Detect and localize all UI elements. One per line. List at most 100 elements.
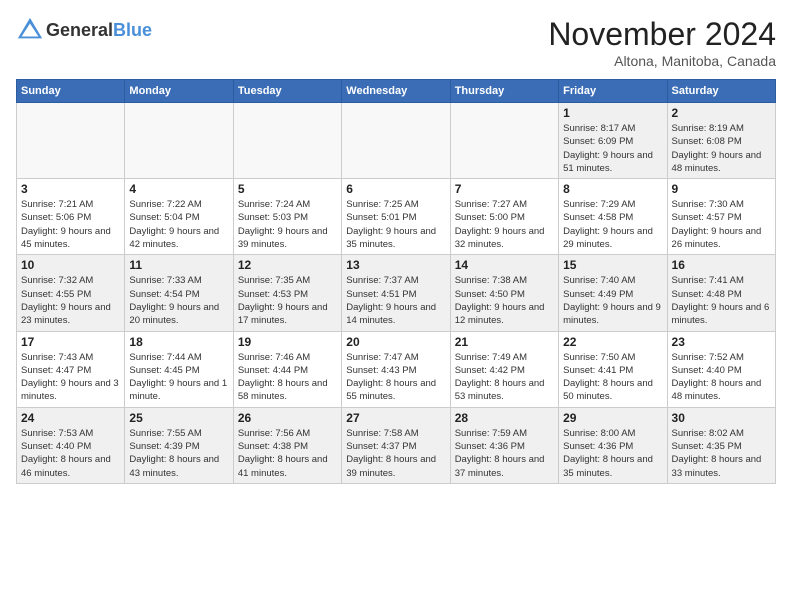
day-detail: Sunrise: 7:25 AM Sunset: 5:01 PM Dayligh… [346,198,445,251]
calendar-cell: 20 Sunrise: 7:47 AM Sunset: 4:43 PM Dayli… [342,331,450,407]
calendar-cell: 27 Sunrise: 7:58 AM Sunset: 4:37 PM Dayli… [342,407,450,483]
day-detail: Sunrise: 7:27 AM Sunset: 5:00 PM Dayligh… [455,198,554,251]
day-number: 17 [21,335,120,349]
calendar-cell [17,103,125,179]
calendar-cell: 3 Sunrise: 7:21 AM Sunset: 5:06 PM Daylig… [17,179,125,255]
logo: GeneralBlue [16,16,152,44]
day-number: 15 [563,258,662,272]
calendar-cell: 13 Sunrise: 7:37 AM Sunset: 4:51 PM Dayli… [342,255,450,331]
calendar-cell: 18 Sunrise: 7:44 AM Sunset: 4:45 PM Dayli… [125,331,233,407]
day-number: 2 [672,106,771,120]
day-number: 4 [129,182,228,196]
day-detail: Sunrise: 7:40 AM Sunset: 4:49 PM Dayligh… [563,274,662,327]
calendar-cell: 30Sunrise: 8:02 AM Sunset: 4:35 PM Dayli… [667,407,775,483]
day-number: 27 [346,411,445,425]
day-number: 21 [455,335,554,349]
header: GeneralBlue November 2024 Altona, Manito… [16,16,776,69]
day-number: 8 [563,182,662,196]
day-of-week-header: Monday [125,80,233,103]
calendar-cell: 9Sunrise: 7:30 AM Sunset: 4:57 PM Daylig… [667,179,775,255]
day-detail: Sunrise: 7:24 AM Sunset: 5:03 PM Dayligh… [238,198,337,251]
day-number: 6 [346,182,445,196]
logo-blue: Blue [113,20,152,40]
calendar-cell: 7Sunrise: 7:27 AM Sunset: 5:00 PM Daylig… [450,179,558,255]
day-detail: Sunrise: 7:49 AM Sunset: 4:42 PM Dayligh… [455,351,554,404]
calendar-table: SundayMondayTuesdayWednesdayThursdayFrid… [16,79,776,484]
day-number: 5 [238,182,337,196]
day-number: 3 [21,182,120,196]
calendar-cell: 8Sunrise: 7:29 AM Sunset: 4:58 PM Daylig… [559,179,667,255]
day-of-week-header: Tuesday [233,80,341,103]
day-number: 18 [129,335,228,349]
day-detail: Sunrise: 7:37 AM Sunset: 4:51 PM Dayligh… [346,274,445,327]
calendar-cell: 11Sunrise: 7:33 AM Sunset: 4:54 PM Dayli… [125,255,233,331]
day-detail: Sunrise: 7:59 AM Sunset: 4:36 PM Dayligh… [455,427,554,480]
day-of-week-header: Wednesday [342,80,450,103]
day-number: 19 [238,335,337,349]
day-detail: Sunrise: 7:55 AM Sunset: 4:39 PM Dayligh… [129,427,228,480]
day-detail: Sunrise: 8:02 AM Sunset: 4:35 PM Dayligh… [672,427,771,480]
calendar-cell: 4 Sunrise: 7:22 AM Sunset: 5:04 PM Daylig… [125,179,233,255]
day-detail: Sunrise: 7:21 AM Sunset: 5:06 PM Dayligh… [21,198,120,251]
day-number: 9 [672,182,771,196]
logo-icon [16,16,44,44]
day-number: 24 [21,411,120,425]
day-number: 25 [129,411,228,425]
day-number: 28 [455,411,554,425]
calendar-cell: 16Sunrise: 7:41 AM Sunset: 4:48 PM Dayli… [667,255,775,331]
calendar-week-row: 1 Sunrise: 8:17 AM Sunset: 6:09 PM Daylig… [17,103,776,179]
day-detail: Sunrise: 7:53 AM Sunset: 4:40 PM Dayligh… [21,427,120,480]
day-detail: Sunrise: 7:33 AM Sunset: 4:54 PM Dayligh… [129,274,228,327]
calendar-cell: 15 Sunrise: 7:40 AM Sunset: 4:49 PM Dayli… [559,255,667,331]
day-number: 23 [672,335,771,349]
day-detail: Sunrise: 7:35 AM Sunset: 4:53 PM Dayligh… [238,274,337,327]
calendar-cell: 12 Sunrise: 7:35 AM Sunset: 4:53 PM Dayli… [233,255,341,331]
calendar-cell [450,103,558,179]
calendar-cell: 28 Sunrise: 7:59 AM Sunset: 4:36 PM Dayli… [450,407,558,483]
calendar-cell: 17 Sunrise: 7:43 AM Sunset: 4:47 PM Dayli… [17,331,125,407]
calendar-cell: 22Sunrise: 7:50 AM Sunset: 4:41 PM Dayli… [559,331,667,407]
day-detail: Sunrise: 8:17 AM Sunset: 6:09 PM Dayligh… [563,122,662,175]
day-of-week-header: Sunday [17,80,125,103]
day-number: 10 [21,258,120,272]
day-detail: Sunrise: 7:46 AM Sunset: 4:44 PM Dayligh… [238,351,337,404]
page-container: GeneralBlue November 2024 Altona, Manito… [0,0,792,492]
day-of-week-header: Saturday [667,80,775,103]
day-detail: Sunrise: 8:00 AM Sunset: 4:36 PM Dayligh… [563,427,662,480]
day-detail: Sunrise: 7:44 AM Sunset: 4:45 PM Dayligh… [129,351,228,404]
calendar-cell: 1 Sunrise: 8:17 AM Sunset: 6:09 PM Daylig… [559,103,667,179]
day-number: 13 [346,258,445,272]
calendar-cell: 19 Sunrise: 7:46 AM Sunset: 4:44 PM Dayli… [233,331,341,407]
day-detail: Sunrise: 7:47 AM Sunset: 4:43 PM Dayligh… [346,351,445,404]
calendar-cell: 10Sunrise: 7:32 AM Sunset: 4:55 PM Dayli… [17,255,125,331]
logo-general: General [46,20,113,40]
location-title: Altona, Manitoba, Canada [548,53,776,69]
calendar-week-row: 10Sunrise: 7:32 AM Sunset: 4:55 PM Dayli… [17,255,776,331]
calendar-cell: 6 Sunrise: 7:25 AM Sunset: 5:01 PM Daylig… [342,179,450,255]
month-title: November 2024 [548,16,776,53]
calendar-week-row: 17 Sunrise: 7:43 AM Sunset: 4:47 PM Dayli… [17,331,776,407]
calendar-cell: 25 Sunrise: 7:55 AM Sunset: 4:39 PM Dayli… [125,407,233,483]
calendar-cell: 23 Sunrise: 7:52 AM Sunset: 4:40 PM Dayli… [667,331,775,407]
calendar-cell [125,103,233,179]
day-detail: Sunrise: 7:38 AM Sunset: 4:50 PM Dayligh… [455,274,554,327]
day-detail: Sunrise: 7:52 AM Sunset: 4:40 PM Dayligh… [672,351,771,404]
day-detail: Sunrise: 7:41 AM Sunset: 4:48 PM Dayligh… [672,274,771,327]
calendar-header-row: SundayMondayTuesdayWednesdayThursdayFrid… [17,80,776,103]
day-detail: Sunrise: 7:58 AM Sunset: 4:37 PM Dayligh… [346,427,445,480]
calendar-cell: 2Sunrise: 8:19 AM Sunset: 6:08 PM Daylig… [667,103,775,179]
day-number: 29 [563,411,662,425]
calendar-week-row: 24 Sunrise: 7:53 AM Sunset: 4:40 PM Dayli… [17,407,776,483]
day-detail: Sunrise: 7:22 AM Sunset: 5:04 PM Dayligh… [129,198,228,251]
calendar-cell: 26Sunrise: 7:56 AM Sunset: 4:38 PM Dayli… [233,407,341,483]
day-of-week-header: Thursday [450,80,558,103]
day-number: 1 [563,106,662,120]
calendar-cell: 14Sunrise: 7:38 AM Sunset: 4:50 PM Dayli… [450,255,558,331]
day-number: 12 [238,258,337,272]
calendar-cell: 24 Sunrise: 7:53 AM Sunset: 4:40 PM Dayli… [17,407,125,483]
calendar-cell: 29 Sunrise: 8:00 AM Sunset: 4:36 PM Dayli… [559,407,667,483]
day-number: 20 [346,335,445,349]
day-detail: Sunrise: 7:56 AM Sunset: 4:38 PM Dayligh… [238,427,337,480]
day-detail: Sunrise: 7:43 AM Sunset: 4:47 PM Dayligh… [21,351,120,404]
title-area: November 2024 Altona, Manitoba, Canada [548,16,776,69]
